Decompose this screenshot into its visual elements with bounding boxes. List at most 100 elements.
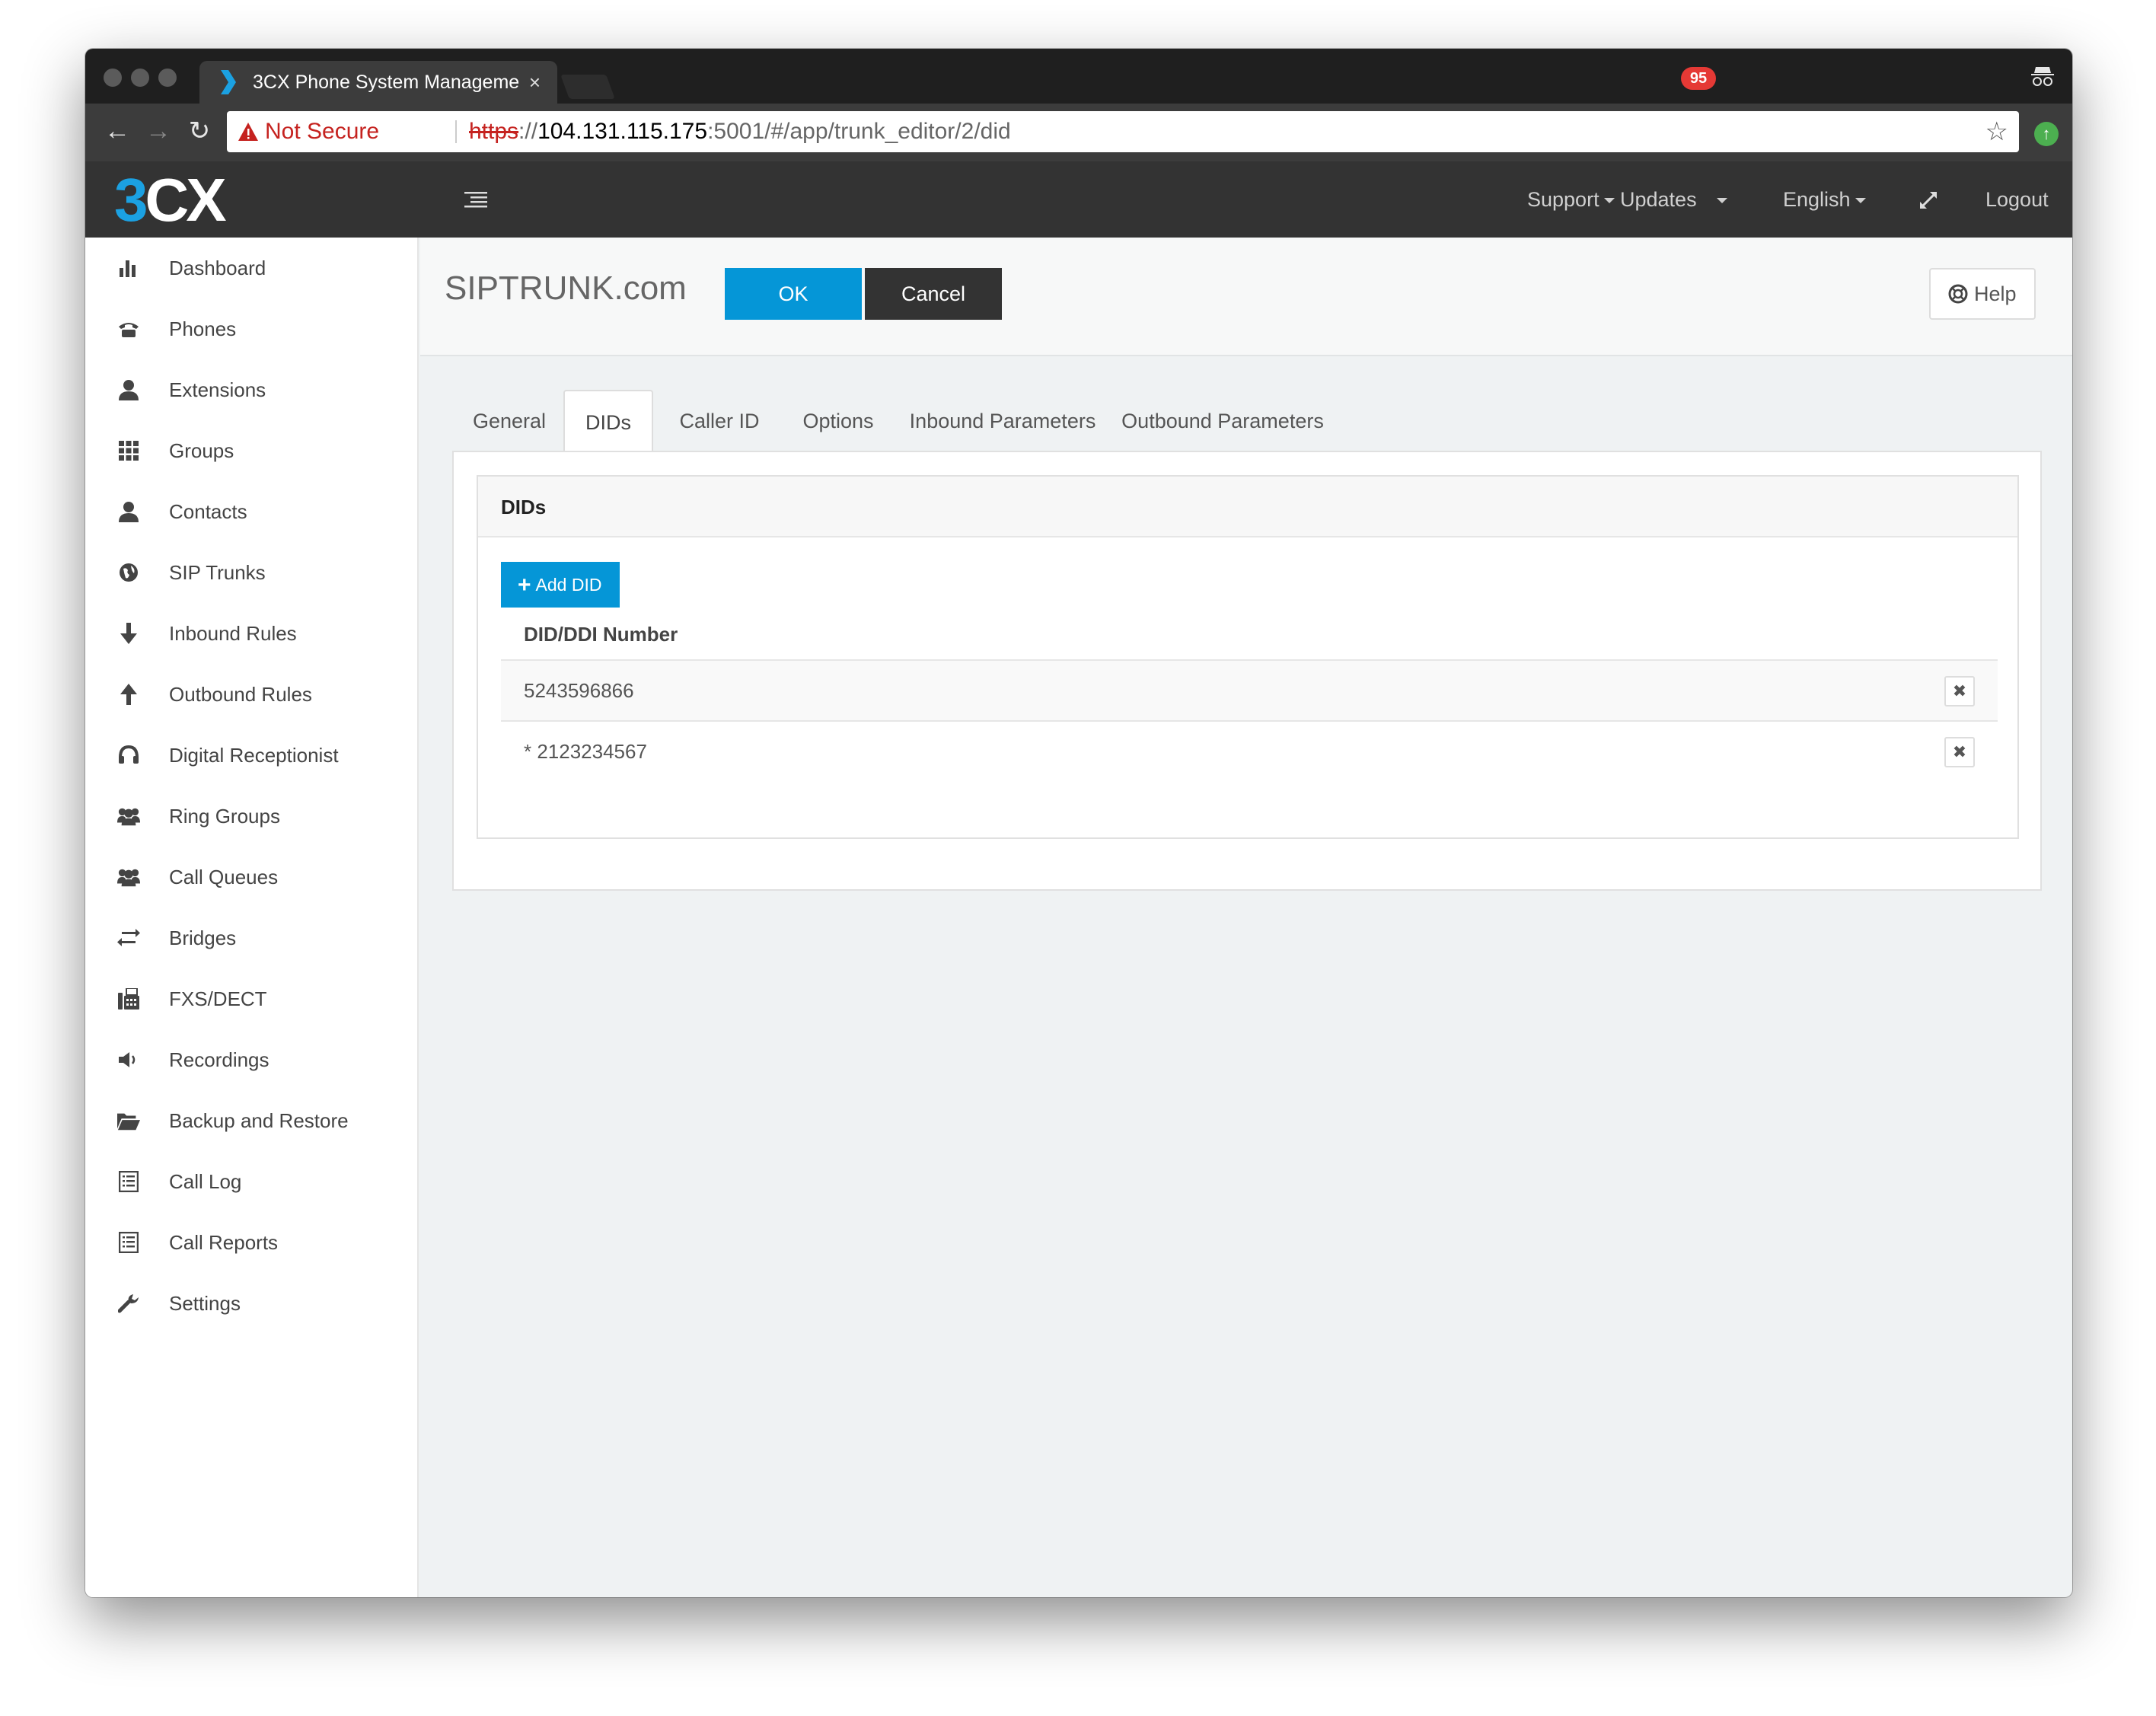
- updates-menu[interactable]: Updates: [1620, 161, 1727, 238]
- sidebar-item-call-log[interactable]: Call Log: [85, 1151, 419, 1212]
- url-field[interactable]: Not Secure https://104.131.115.175:5001/…: [227, 111, 2019, 152]
- support-menu[interactable]: Support: [1527, 161, 1615, 238]
- logo-3: 3: [114, 166, 148, 234]
- window-close-dot[interactable]: [104, 69, 122, 87]
- page-title: SIPTRUNK.com: [445, 270, 687, 307]
- fullscreen-icon[interactable]: [1918, 190, 1938, 210]
- did-number: * 2123234567: [524, 740, 647, 763]
- lifebuoy-icon: [1948, 284, 1968, 304]
- help-button[interactable]: Help: [1929, 268, 2036, 320]
- sidebar-item-call-reports[interactable]: Call Reports: [85, 1212, 419, 1273]
- sidebar-item-ring-groups[interactable]: Ring Groups: [85, 786, 419, 847]
- language-label: English: [1783, 188, 1851, 211]
- sidebar-item-call-queues[interactable]: Call Queues: [85, 847, 419, 907]
- sidebar-item-bridges[interactable]: Bridges: [85, 907, 419, 968]
- url-scheme-sep: ://: [518, 119, 538, 144]
- sidebar-item-groups[interactable]: Groups: [85, 420, 419, 481]
- wrench-icon: [117, 1292, 140, 1315]
- sidebar-toggle-icon[interactable]: [464, 190, 487, 209]
- sidebar-item-label: Call Log: [169, 1169, 242, 1193]
- chevron-down-icon: [1716, 198, 1727, 204]
- url-path: :5001/#/app/trunk_editor/2/did: [707, 119, 1011, 144]
- sidebar-item-label: Dashboard: [169, 256, 266, 279]
- url-separator: [455, 120, 457, 143]
- url-scheme: https: [469, 119, 519, 144]
- panel-title: DIDs: [478, 477, 2017, 537]
- tab-options[interactable]: Options: [783, 390, 894, 452]
- sidebar-item-fxs-dect[interactable]: FXS/DECT: [85, 968, 419, 1029]
- sidebar-item-contacts[interactable]: Contacts: [85, 481, 419, 542]
- forward-icon[interactable]: →: [142, 114, 175, 148]
- extension-update-icon[interactable]: ↑: [2034, 122, 2059, 146]
- sidebar-item-label: Digital Receptionist: [169, 743, 339, 767]
- bookmark-star-icon[interactable]: ☆: [1985, 111, 2008, 152]
- sidebar-item-label: Inbound Rules: [169, 621, 297, 645]
- tab-content: DIDs + Add DID DID/DDI Number 5243596866 …: [452, 451, 2042, 891]
- did-number: 5243596866: [524, 679, 634, 702]
- updates-label: Updates: [1620, 188, 1697, 211]
- sidebar-item-extensions[interactable]: Extensions: [85, 359, 419, 420]
- 3cx-logo[interactable]: 3CX: [114, 169, 266, 231]
- sidebar-item-label: Backup and Restore: [169, 1108, 349, 1132]
- sidebar-item-label: Contacts: [169, 499, 247, 523]
- browser-tab[interactable]: 3CX Phone System Manageme ×: [199, 61, 557, 104]
- support-label: Support: [1527, 188, 1599, 211]
- ok-button[interactable]: OK: [725, 268, 862, 320]
- back-icon[interactable]: ←: [100, 114, 134, 148]
- sidebar-item-phones[interactable]: Phones: [85, 298, 419, 359]
- delete-did-icon[interactable]: ✖: [1944, 737, 1975, 767]
- user-icon: [117, 500, 140, 523]
- headset-icon: [117, 744, 140, 767]
- sidebar-item-outbound-rules[interactable]: Outbound Rules: [85, 664, 419, 725]
- tab-outbound-parameters[interactable]: Outbound Parameters: [1110, 390, 1335, 452]
- sidebar-item-recordings[interactable]: Recordings: [85, 1029, 419, 1090]
- language-menu[interactable]: English: [1783, 161, 1866, 238]
- grid-icon: [117, 439, 140, 462]
- bar-chart-icon: [117, 257, 140, 279]
- sidebar-item-label: Ring Groups: [169, 804, 280, 828]
- tab-dids[interactable]: DIDs: [563, 390, 653, 452]
- sidebar-item-label: Bridges: [169, 926, 237, 949]
- tab-title: 3CX Phone System Manageme: [253, 72, 520, 93]
- add-did-button[interactable]: + Add DID: [501, 562, 620, 608]
- window-minimize-dot[interactable]: [131, 69, 149, 87]
- tab-inbound-parameters[interactable]: Inbound Parameters: [898, 390, 1107, 452]
- cancel-button[interactable]: Cancel: [865, 268, 1002, 320]
- sidebar: Dashboard Phones Extensions Groups Conta…: [85, 238, 419, 1597]
- sidebar-item-label: FXS/DECT: [169, 987, 267, 1010]
- tab-close-icon[interactable]: ×: [529, 61, 541, 104]
- list-icon: [117, 1170, 140, 1193]
- logout-link[interactable]: Logout: [1985, 161, 2049, 238]
- table-row: 5243596866 ✖: [501, 659, 1998, 720]
- user-icon: [117, 378, 140, 401]
- sidebar-item-backup-and-restore[interactable]: Backup and Restore: [85, 1090, 419, 1151]
- logo-cx: CX: [145, 166, 227, 234]
- help-label: Help: [1973, 282, 2017, 305]
- browser-window: 3CX Phone System Manageme × ← → ↻ Not Se…: [85, 49, 2072, 1597]
- sidebar-item-settings[interactable]: Settings: [85, 1273, 419, 1334]
- sidebar-item-sip-trunks[interactable]: SIP Trunks: [85, 542, 419, 603]
- fax-icon: [117, 987, 140, 1010]
- volume-icon: [117, 1048, 140, 1071]
- sidebar-item-label: Call Reports: [169, 1230, 279, 1254]
- column-header-did-number: DID/DDI Number: [524, 623, 678, 646]
- trunk-editor-tabs: General DIDs Caller ID Options Inbound P…: [452, 390, 2066, 452]
- tab-general[interactable]: General: [452, 390, 566, 452]
- reload-icon[interactable]: ↻: [183, 114, 216, 148]
- tab-caller-id[interactable]: Caller ID: [656, 390, 783, 452]
- users-icon: [117, 805, 140, 828]
- sidebar-item-label: Outbound Rules: [169, 682, 312, 706]
- sidebar-item-inbound-rules[interactable]: Inbound Rules: [85, 603, 419, 664]
- new-tab-button[interactable]: [560, 75, 615, 99]
- sidebar-item-label: Settings: [169, 1291, 241, 1315]
- delete-did-icon[interactable]: ✖: [1944, 676, 1975, 706]
- chevron-down-icon: [1603, 198, 1615, 204]
- sidebar-item-label: Phones: [169, 317, 237, 340]
- not-secure-label[interactable]: Not Secure: [265, 111, 379, 152]
- chevron-down-icon: [1855, 198, 1866, 204]
- window-zoom-dot[interactable]: [158, 69, 177, 87]
- sidebar-item-label: Call Queues: [169, 865, 279, 888]
- sidebar-item-dashboard[interactable]: Dashboard: [85, 238, 419, 298]
- sidebar-item-label: Recordings: [169, 1048, 270, 1071]
- sidebar-item-digital-receptionist[interactable]: Digital Receptionist: [85, 725, 419, 786]
